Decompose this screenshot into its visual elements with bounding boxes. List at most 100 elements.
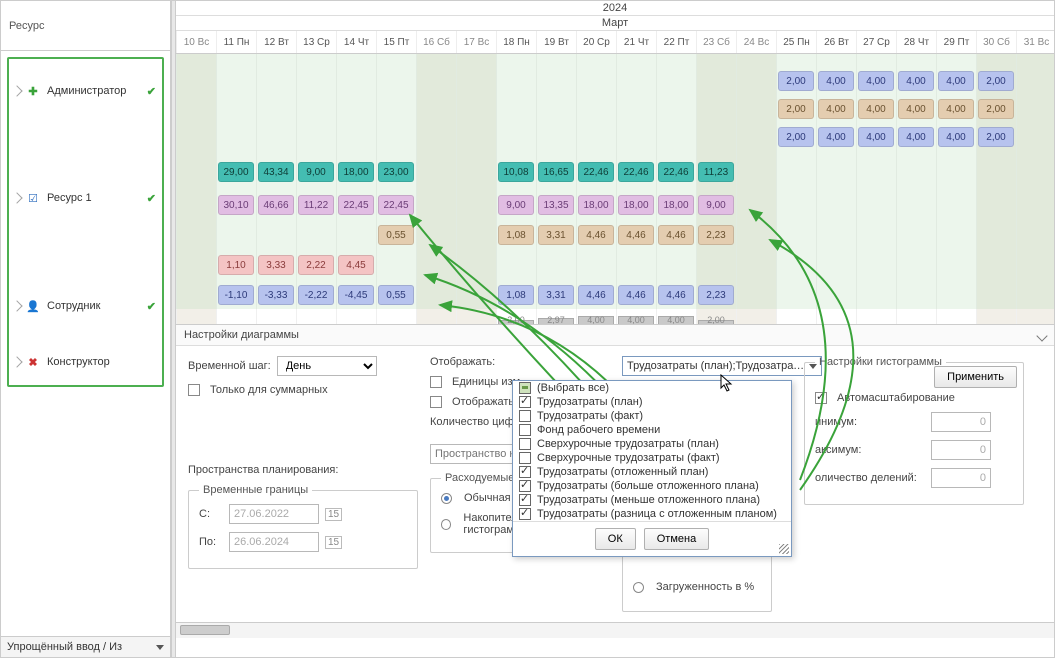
data-cell[interactable]: 4,00 [898, 71, 934, 91]
data-cell[interactable]: 4,00 [818, 127, 854, 147]
settings-title[interactable]: Настройки диаграммы [176, 325, 1054, 346]
display-multiselect[interactable]: Трудозатраты (план);Трудозатрат... [622, 356, 822, 376]
data-cell[interactable]: 4,00 [818, 99, 854, 119]
checkbox-icon[interactable] [519, 452, 531, 464]
data-cell[interactable]: 43,34 [258, 162, 294, 182]
units-checkbox[interactable] [430, 376, 442, 388]
data-cell[interactable]: 1,08 [498, 285, 534, 305]
data-cell[interactable]: 23,00 [378, 162, 414, 182]
data-cell[interactable]: 4,00 [858, 71, 894, 91]
data-cell[interactable]: 2,00 [778, 99, 814, 119]
resize-grip-icon[interactable] [779, 544, 789, 554]
calendar-icon[interactable]: 15 [325, 536, 342, 549]
data-cell[interactable]: 18,00 [578, 195, 614, 215]
data-cell[interactable]: 2,00 [778, 127, 814, 147]
data-cell[interactable]: 0,55 [378, 285, 414, 305]
data-cell[interactable]: 2,00 [978, 127, 1014, 147]
expand-icon[interactable] [11, 356, 22, 367]
dropdown-option[interactable]: Трудозатраты (отложенный план) [513, 465, 791, 479]
summary-only-checkbox[interactable] [188, 384, 200, 396]
show-groups-checkbox[interactable] [430, 396, 442, 408]
scroll-thumb[interactable] [180, 625, 230, 635]
data-cell[interactable]: 2,22 [298, 255, 334, 275]
checkbox-icon[interactable] [519, 410, 531, 422]
data-cell[interactable]: 3,31 [538, 225, 574, 245]
data-cell[interactable]: 18,00 [338, 162, 374, 182]
radio-cumulative-hist[interactable] [441, 519, 451, 530]
apply-button[interactable]: Применить [934, 366, 1017, 388]
resource-row[interactable]: ☑Ресурс 1✔ [9, 123, 162, 273]
data-cell[interactable]: 22,46 [618, 162, 654, 182]
data-cell[interactable]: 4,00 [858, 127, 894, 147]
data-cell[interactable]: 4,45 [338, 255, 374, 275]
dropdown-option[interactable]: Трудозатраты (меньше отложенного плана) [513, 493, 791, 507]
data-cell[interactable]: 4,00 [898, 127, 934, 147]
data-cell[interactable]: 10,08 [498, 162, 534, 182]
data-cell[interactable]: 30,10 [218, 195, 254, 215]
data-cell[interactable]: 4,46 [578, 285, 614, 305]
max-input[interactable] [931, 440, 991, 460]
checkbox-icon[interactable] [519, 382, 531, 394]
checkbox-icon[interactable] [519, 494, 531, 506]
data-cell[interactable]: -4,45 [338, 285, 374, 305]
dropdown-cancel-button[interactable]: Отмена [644, 528, 709, 550]
data-cell[interactable]: 4,46 [618, 285, 654, 305]
resource-row[interactable]: 👤Сотрудник✔ [9, 273, 162, 339]
dropdown-option[interactable]: (Выбрать все) [513, 381, 791, 395]
data-cell[interactable]: 22,46 [578, 162, 614, 182]
dropdown-ok-button[interactable]: ОК [595, 528, 636, 550]
date-to-input[interactable] [229, 532, 319, 552]
data-cell[interactable]: -1,10 [218, 285, 254, 305]
expand-icon[interactable] [11, 85, 22, 96]
data-cell[interactable]: 11,23 [698, 162, 734, 182]
data-cell[interactable]: 3,33 [258, 255, 294, 275]
data-cell[interactable]: 4,00 [938, 99, 974, 119]
data-cell[interactable]: 4,46 [658, 285, 694, 305]
data-cell[interactable]: 2,00 [978, 99, 1014, 119]
radio-load-pct[interactable] [633, 582, 644, 593]
checkbox-icon[interactable] [519, 438, 531, 450]
data-cell[interactable]: 4,46 [658, 225, 694, 245]
data-cell[interactable]: 2,23 [698, 225, 734, 245]
data-cell[interactable]: 1,10 [218, 255, 254, 275]
data-cell[interactable]: 29,00 [218, 162, 254, 182]
resource-row[interactable]: ✚Администратор✔ [9, 59, 162, 123]
data-cell[interactable]: -3,33 [258, 285, 294, 305]
data-cell[interactable]: 22,45 [378, 195, 414, 215]
data-cell[interactable]: 4,00 [938, 127, 974, 147]
data-cell[interactable]: 9,00 [698, 195, 734, 215]
dropdown-option[interactable]: Трудозатраты (разница с отложенным плано… [513, 507, 791, 521]
expand-icon[interactable] [11, 192, 22, 203]
dropdown-option[interactable]: Сверхурочные трудозатраты (план) [513, 437, 791, 451]
data-cell[interactable]: 4,00 [938, 71, 974, 91]
timestep-select[interactable]: День [277, 356, 377, 376]
checkbox-icon[interactable] [519, 508, 531, 520]
data-cell[interactable]: 16,65 [538, 162, 574, 182]
date-from-input[interactable] [229, 504, 319, 524]
checkbox-icon[interactable] [519, 424, 531, 436]
data-cell[interactable]: 4,00 [898, 99, 934, 119]
dropdown-option[interactable]: Трудозатраты (план) [513, 395, 791, 409]
dropdown-option[interactable]: Трудозатраты (факт) [513, 409, 791, 423]
dropdown-option[interactable]: Трудозатраты (больше отложенного плана) [513, 479, 791, 493]
data-cell[interactable]: -2,22 [298, 285, 334, 305]
data-cell[interactable]: 0,55 [378, 225, 414, 245]
data-cell[interactable]: 18,00 [658, 195, 694, 215]
data-cell[interactable]: 1,08 [498, 225, 534, 245]
data-cell[interactable]: 46,66 [258, 195, 294, 215]
data-cell[interactable]: 22,45 [338, 195, 374, 215]
min-input[interactable] [931, 412, 991, 432]
checkbox-icon[interactable] [519, 396, 531, 408]
dropdown-option[interactable]: Сверхурочные трудозатраты (факт) [513, 451, 791, 465]
data-cell[interactable]: 3,31 [538, 285, 574, 305]
autoscale-checkbox[interactable] [815, 392, 827, 404]
resource-row[interactable]: ✖Конструктор [9, 339, 162, 385]
data-cell[interactable]: 4,00 [858, 99, 894, 119]
radio-normal-hist[interactable] [441, 493, 452, 504]
data-cell[interactable]: 2,00 [778, 71, 814, 91]
data-cell[interactable]: 9,00 [298, 162, 334, 182]
data-cell[interactable]: 18,00 [618, 195, 654, 215]
scrollbar-horizontal[interactable] [176, 622, 1054, 638]
data-cell[interactable]: 13,35 [538, 195, 574, 215]
checkbox-icon[interactable] [519, 466, 531, 478]
